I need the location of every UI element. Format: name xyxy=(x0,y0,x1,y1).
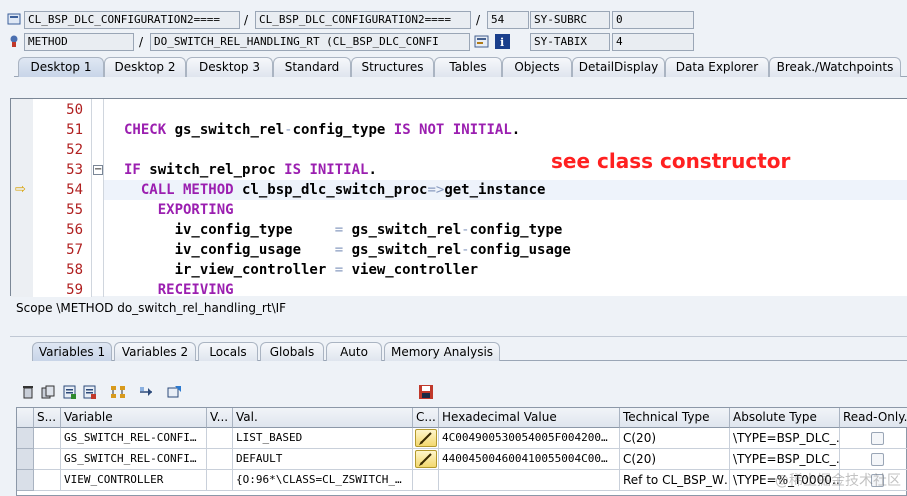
code-line-55: EXPORTING xyxy=(157,202,234,218)
hex-value: 440045004600410055004C00… xyxy=(439,449,620,470)
col-header-variable[interactable]: Variable xyxy=(61,408,207,428)
delete-icon[interactable] xyxy=(20,384,36,400)
col-header-v[interactable]: V... xyxy=(207,408,233,428)
tab-variables-2[interactable]: Variables 2 xyxy=(114,342,196,361)
tab-detaildisplay[interactable]: DetailDisplay xyxy=(572,57,665,77)
program-field[interactable]: CL_BSP_DLC_CONFIGURATION2==== xyxy=(24,11,240,29)
line-number: 55 xyxy=(66,202,83,218)
col-header-hex[interactable]: Hexadecimal Value xyxy=(439,408,620,428)
col-header-read-only[interactable]: Read-Only... xyxy=(840,408,907,428)
line-number: 59 xyxy=(66,282,83,298)
tab-structures[interactable]: Structures xyxy=(351,57,434,77)
variable-name[interactable]: VIEW_CONTROLLER xyxy=(61,470,207,491)
tab-variables-1[interactable]: Variables 1 xyxy=(32,342,112,361)
absolute-type: \TYPE=BSP_DLC_… xyxy=(730,428,840,449)
row-selector[interactable] xyxy=(17,470,34,491)
delete-all-icon[interactable] xyxy=(40,384,56,400)
tab-auto[interactable]: Auto xyxy=(326,342,382,361)
line-number: 53 xyxy=(66,162,83,178)
line-number: 54 xyxy=(66,182,83,198)
sysvar-value-2[interactable]: 4 xyxy=(612,33,694,51)
technical-type: C(20) xyxy=(620,449,730,470)
code-line-58: ir_view_controller = view_controller xyxy=(124,262,479,278)
load-variables-icon[interactable] xyxy=(82,384,98,400)
line-number: 57 xyxy=(66,242,83,258)
row-selector[interactable] xyxy=(17,449,34,470)
tab-objects[interactable]: Objects xyxy=(502,57,572,77)
pencil-icon xyxy=(419,432,432,445)
line-number: 56 xyxy=(66,222,83,238)
sysvar-value-1[interactable]: 0 xyxy=(612,11,694,29)
annotation-text: see class constructor xyxy=(551,149,791,173)
include-field[interactable]: CL_BSP_DLC_CONFIGURATION2==== xyxy=(255,11,471,29)
line-number: 51 xyxy=(66,122,83,138)
pencil-icon xyxy=(419,453,432,466)
variable-value[interactable]: {O:96*\CLASS=CL_ZSWITCH_… xyxy=(233,470,413,491)
sysvar-name-2[interactable]: SY-TABIX xyxy=(530,33,610,51)
col-header-select xyxy=(17,408,34,428)
scope-label: Scope \METHOD do_switch_rel_handling_rt\… xyxy=(16,301,287,315)
tab-globals[interactable]: Globals xyxy=(260,342,324,361)
hierarchy-icon[interactable] xyxy=(110,384,126,400)
read-only-checkbox[interactable] xyxy=(871,432,884,445)
sysvar-name-1[interactable]: SY-SUBRC xyxy=(530,11,610,29)
tab-data-explorer[interactable]: Data Explorer xyxy=(665,57,769,77)
line-number: 58 xyxy=(66,262,83,278)
new-tool-icon[interactable] xyxy=(166,384,182,400)
event-type-field[interactable]: METHOD xyxy=(24,33,134,51)
absolute-type: \TYPE=BSP_DLC_… xyxy=(730,449,840,470)
hex-value: 4C004900530054005F004200… xyxy=(439,428,620,449)
code-line-59: RECEIVING xyxy=(157,282,234,298)
code-line-53: IF switch_rel_proc IS INITIAL. xyxy=(124,162,377,178)
change-value-button[interactable] xyxy=(415,429,437,447)
technical-type: C(20) xyxy=(620,428,730,449)
info-icon[interactable]: i xyxy=(495,34,511,50)
variable-value[interactable]: DEFAULT xyxy=(233,449,413,470)
tab-desktop-3[interactable]: Desktop 3 xyxy=(186,57,273,77)
hex-value xyxy=(439,470,620,491)
svg-text:i: i xyxy=(500,36,504,49)
save-variables-icon[interactable] xyxy=(62,384,78,400)
tab-break-watchpoints[interactable]: Break./Watchpoints xyxy=(769,57,901,77)
watermark: @稀土掘金技术社区 xyxy=(775,473,901,489)
variable-value[interactable]: LIST_BASED xyxy=(233,428,413,449)
code-line-51: CHECK gs_switch_rel-config_type IS NOT I… xyxy=(124,122,521,138)
line-field[interactable]: 54 xyxy=(487,11,529,29)
change-value-button[interactable] xyxy=(415,450,437,468)
col-header-change[interactable]: C... xyxy=(413,408,439,428)
save-layout-icon[interactable] xyxy=(418,384,434,400)
tab-memory-analysis[interactable]: Memory Analysis xyxy=(384,342,500,361)
variables-grid[interactable]: S... Variable V... Val. C... Hexadecimal… xyxy=(16,407,907,496)
display-source-icon[interactable] xyxy=(474,34,490,50)
code-line-57: iv_config_usage = gs_switch_rel-config_u… xyxy=(124,242,571,258)
line-number: 52 xyxy=(66,142,83,158)
current-line-arrow-icon: ⇨ xyxy=(15,182,26,197)
line-number: 50 xyxy=(66,102,83,118)
source-code-editor[interactable]: ⇨ − 50 51 52 53 54 55 56 57 58 59 CHECK … xyxy=(10,98,907,298)
tab-locals[interactable]: Locals xyxy=(198,342,258,361)
tab-desktop-1[interactable]: Desktop 1 xyxy=(18,57,104,77)
code-line-54: CALL METHOD cl_bsp_dlc_switch_proc=>get_… xyxy=(140,182,546,198)
navigate-icon[interactable] xyxy=(138,384,154,400)
tab-standard[interactable]: Standard xyxy=(273,57,351,77)
fold-toggle[interactable]: − xyxy=(93,165,103,175)
col-header-status[interactable]: S... xyxy=(34,408,61,428)
technical-type: Ref to CL_BSP_W… xyxy=(620,470,730,491)
col-header-absolute-type[interactable]: Absolute Type xyxy=(730,408,840,428)
tab-tables[interactable]: Tables xyxy=(434,57,502,77)
tab-desktop-2[interactable]: Desktop 2 xyxy=(104,57,186,77)
variable-name[interactable]: GS_SWITCH_REL-CONFI… xyxy=(61,428,207,449)
event-name-field[interactable]: DO_SWITCH_REL_HANDLING_RT (CL_BSP_DLC_CO… xyxy=(150,33,470,51)
row-selector[interactable] xyxy=(17,428,34,449)
col-header-technical-type[interactable]: Technical Type xyxy=(620,408,730,428)
read-only-checkbox[interactable] xyxy=(871,453,884,466)
method-icon xyxy=(7,34,21,48)
code-line-56: iv_config_type = gs_switch_rel-config_ty… xyxy=(124,222,563,238)
variable-name[interactable]: GS_SWITCH_REL-CONFI… xyxy=(61,449,207,470)
class-icon xyxy=(7,12,21,26)
col-header-value[interactable]: Val. xyxy=(233,408,413,428)
